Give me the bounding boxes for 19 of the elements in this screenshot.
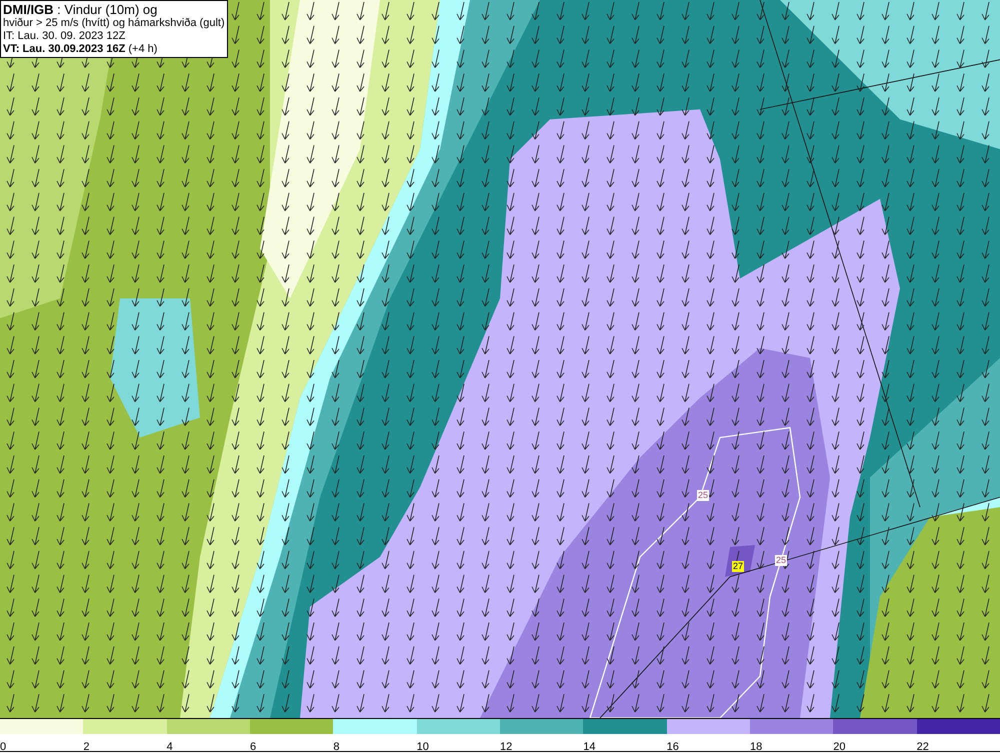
legend-label: 20 [833, 741, 846, 753]
contour-label: 25 [697, 490, 710, 501]
header-text: VT: Lau. 30.09.2023 16Z (+4 h) [3, 43, 158, 56]
header-text: DMI/IGB : Vindur (10m) og [3, 2, 158, 17]
legend-label: 8 [333, 741, 340, 753]
legend-label: 4 [166, 741, 173, 753]
legend-label: 6 [250, 741, 256, 753]
legend-label: 22 [916, 741, 929, 753]
header-text: IT: Lau. 30. 09. 2023 12Z [3, 30, 126, 43]
contour-label: 25 [775, 555, 788, 566]
legend-label: 2 [83, 741, 90, 753]
contour-label: 27 [732, 561, 744, 572]
header-text: hviður > 25 m/s (hvítt) og hámarkshviða (gult) [3, 17, 225, 30]
legend-label: 12 [500, 741, 512, 753]
legend-label: 10 [416, 741, 429, 753]
legend-label: 18 [750, 741, 762, 753]
legend-label: 0 [0, 741, 6, 753]
legend-label: 14 [583, 741, 596, 753]
legend-label: 16 [666, 741, 679, 753]
